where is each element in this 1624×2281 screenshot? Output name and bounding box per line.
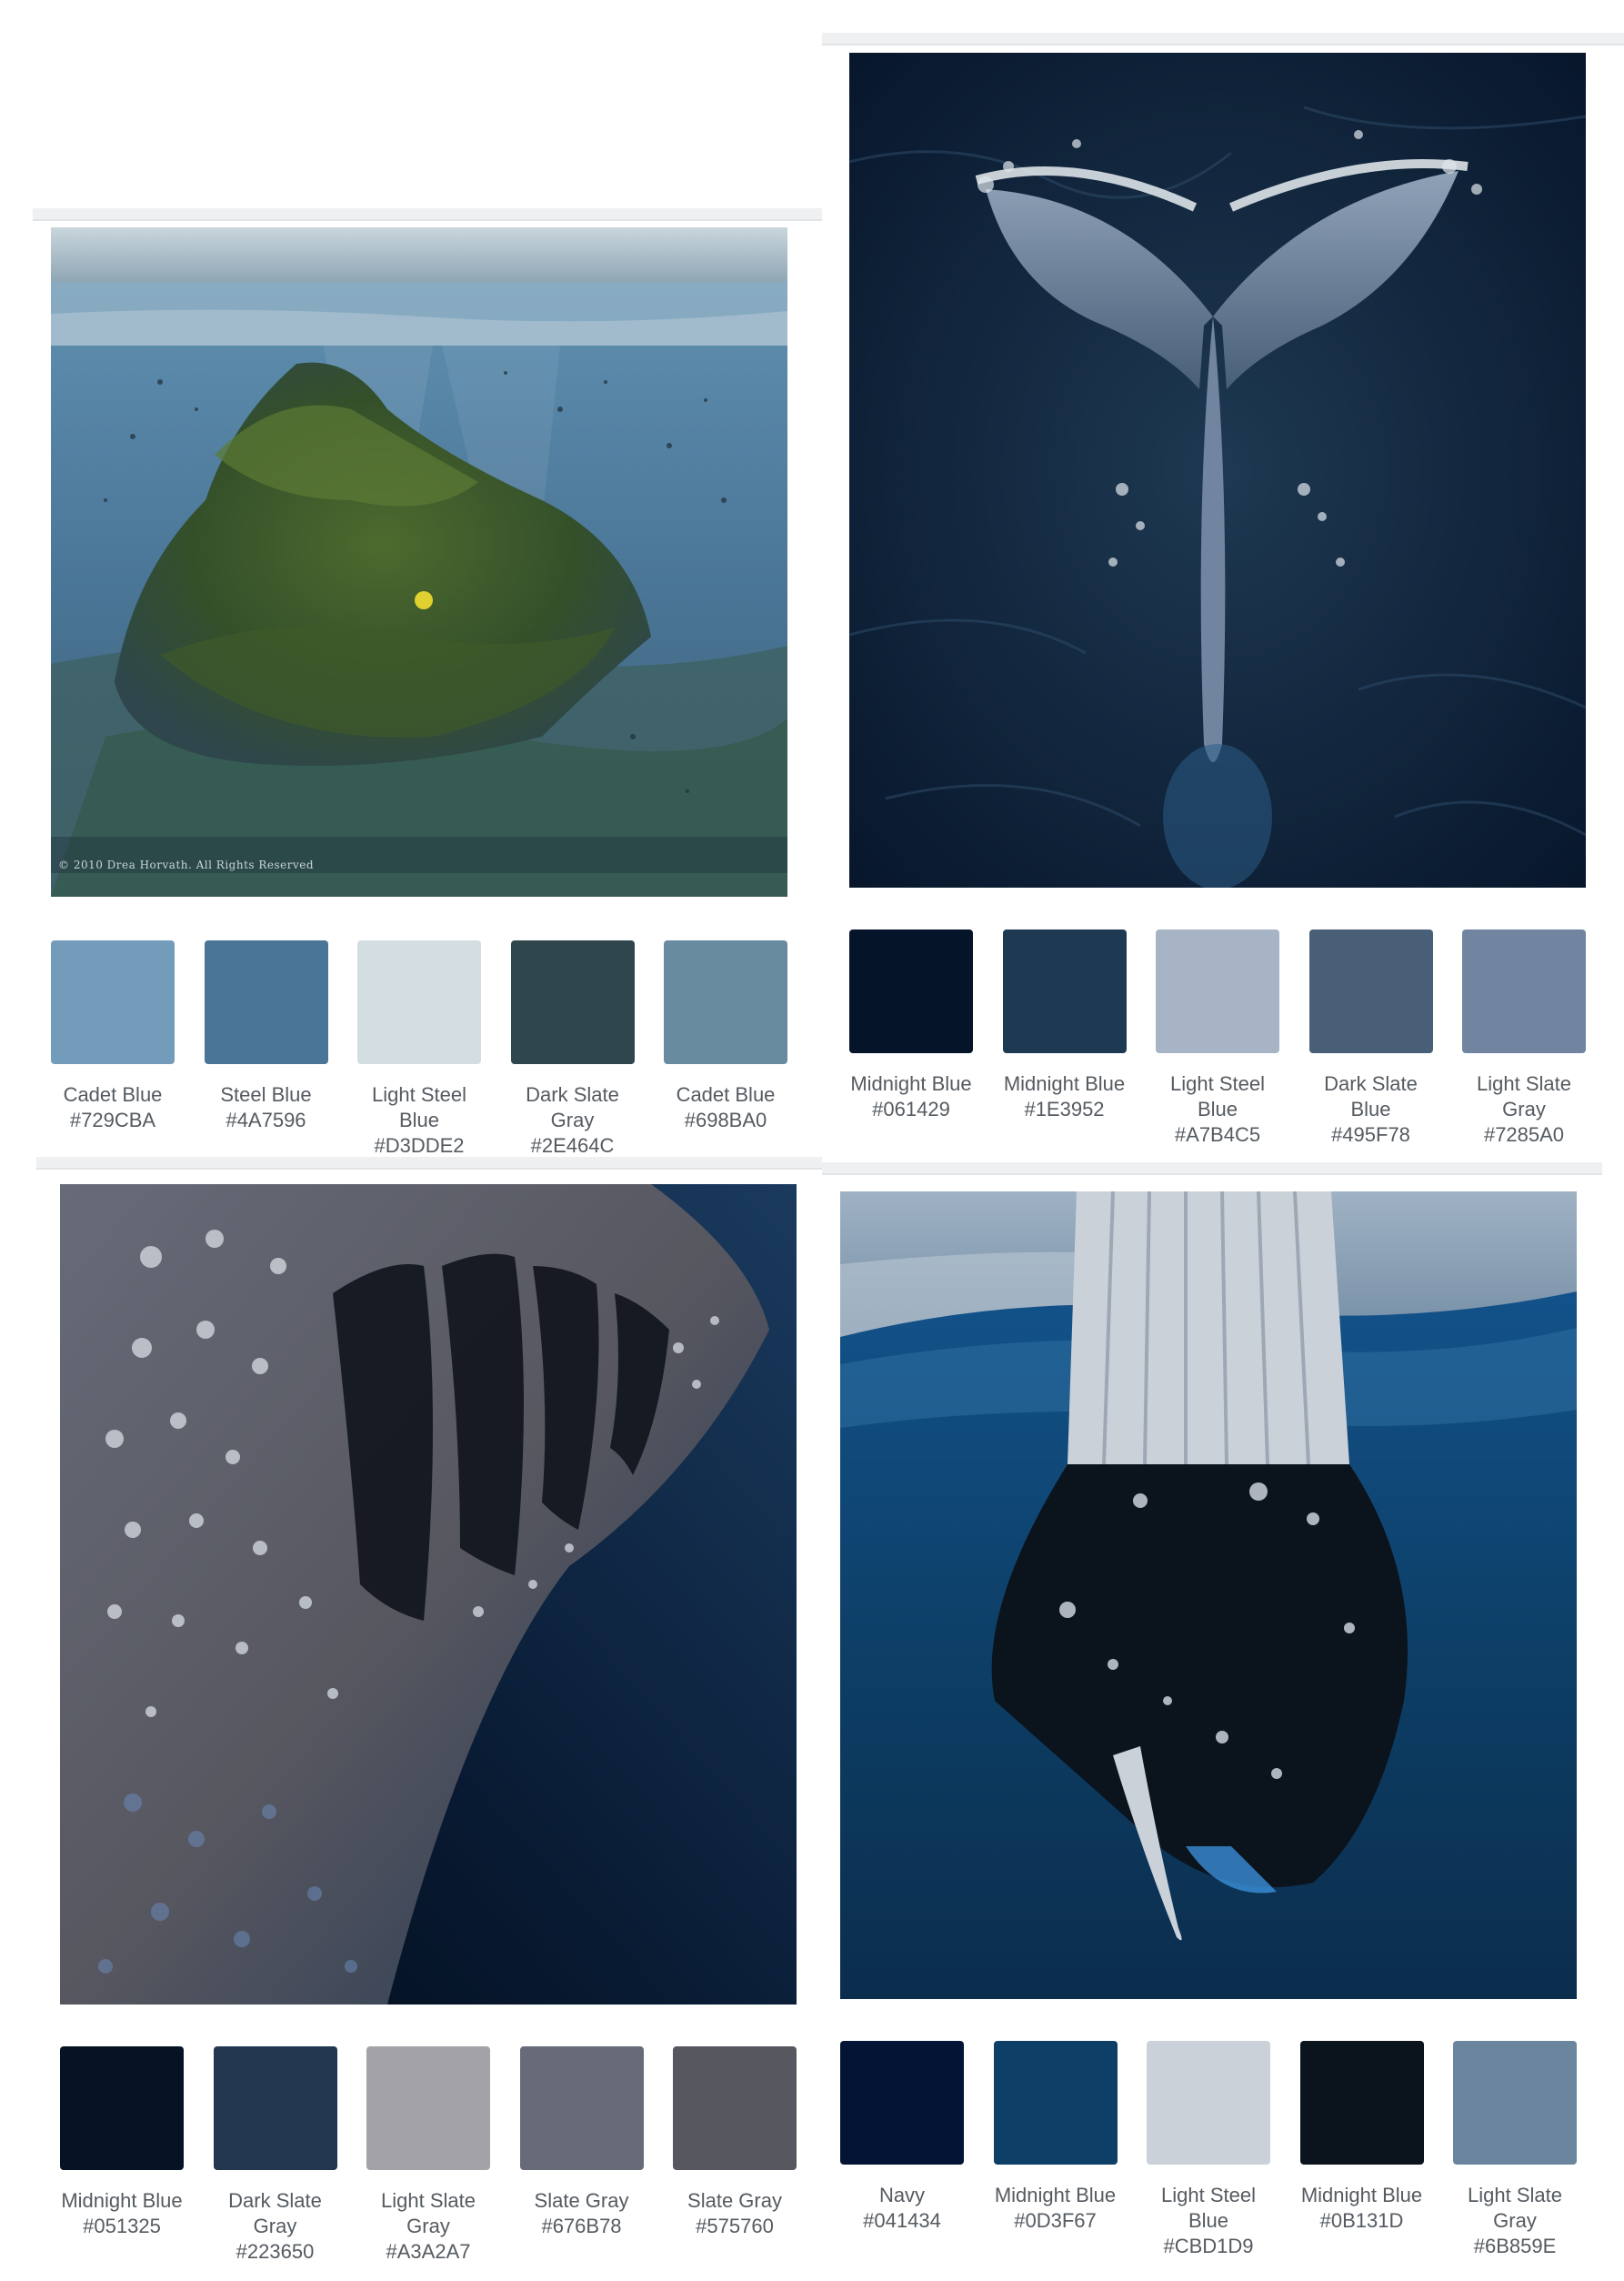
color-swatch[interactable]: Slate Gray #676B78: [519, 2046, 644, 2265]
color-swatch[interactable]: Dark Slate Blue #495F78: [1308, 929, 1433, 1148]
card-divider: [822, 33, 1624, 45]
swatch-chip[interactable]: [366, 2046, 490, 2170]
swatch-name: Midnight Blue: [61, 2189, 183, 2212]
whale-shark-photo[interactable]: [60, 1184, 797, 2005]
swatch-chip[interactable]: [510, 940, 635, 1064]
color-swatch[interactable]: Light Slate Gray #7285A0: [1462, 929, 1586, 1148]
color-swatch[interactable]: Cadet Blue #729CBA: [51, 940, 175, 1159]
swatch-chip[interactable]: [664, 940, 787, 1064]
palette-swatches: Navy #041434 Midnight Blue #0D3F67 Light…: [840, 2041, 1577, 2259]
swatch-name: Steel Blue: [220, 1083, 312, 1106]
swatch-hex: #041434: [863, 2209, 941, 2232]
swatch-chip[interactable]: [1308, 929, 1433, 1053]
swatch-chip[interactable]: [213, 2046, 337, 2170]
swatch-hex: #061429: [872, 1098, 950, 1120]
swatch-chip[interactable]: [1299, 2041, 1424, 2165]
swatch-hex: #698BA0: [684, 1109, 767, 1131]
swatch-name: Midnight Blue: [850, 1072, 972, 1095]
swatch-chip[interactable]: [840, 2041, 964, 2165]
swatch-name: Dark Slate Gray: [228, 2189, 322, 2237]
swatch-name: Cadet Blue: [63, 1083, 163, 1106]
swatch-hex: #495F78: [1331, 1123, 1410, 1146]
swatch-name: Cadet Blue: [676, 1083, 776, 1106]
color-swatch[interactable]: Midnight Blue #061429: [849, 929, 973, 1148]
color-swatch[interactable]: Light Steel Blue #CBD1D9: [1147, 2041, 1270, 2259]
color-swatch[interactable]: Dark Slate Gray #2E464C: [510, 940, 635, 1159]
color-swatch[interactable]: Light Slate Gray #A3A2A7: [366, 2046, 490, 2265]
color-swatch[interactable]: Light Steel Blue #D3DDE2: [357, 940, 481, 1159]
swatch-name: Midnight Blue: [1003, 1072, 1126, 1095]
swatch-name: Dark Slate Gray: [526, 1083, 619, 1131]
color-swatch[interactable]: Light Steel Blue #A7B4C5: [1156, 929, 1279, 1148]
swatch-hex: #223650: [236, 2240, 315, 2263]
swatch-chip[interactable]: [51, 940, 175, 1064]
swatch-hex: #A7B4C5: [1174, 1123, 1261, 1146]
swatch-hex: #1E3952: [1024, 1098, 1105, 1120]
humpback-photo[interactable]: [840, 1191, 1577, 1999]
swatch-name: Light Slate Gray: [381, 2189, 476, 2237]
color-swatch[interactable]: Midnight Blue #0B131D: [1299, 2041, 1424, 2259]
swatch-hex: #7285A0: [1483, 1123, 1565, 1146]
color-swatch[interactable]: Navy #041434: [840, 2041, 964, 2259]
swatch-hex: #6B859E: [1473, 2235, 1557, 2257]
swatch-hex: #729CBA: [69, 1109, 156, 1131]
card-divider: [33, 208, 822, 221]
swatch-hex: #0B131D: [1319, 2209, 1404, 2232]
color-swatch[interactable]: Slate Gray #575760: [673, 2046, 797, 2265]
palette-swatches: Cadet Blue #729CBA Steel Blue #4A7596 Li…: [51, 940, 787, 1159]
swatch-hex: #D3DDE2: [374, 1134, 465, 1157]
color-swatch[interactable]: Dark Slate Gray #223650: [213, 2046, 337, 2265]
swatch-chip[interactable]: [357, 940, 481, 1064]
swatch-hex: #0D3F67: [1014, 2209, 1097, 2232]
swatch-name: Dark Slate Blue: [1324, 1072, 1418, 1120]
swatch-chip[interactable]: [204, 940, 328, 1064]
swatch-hex: #575760: [696, 2215, 774, 2237]
swatch-chip[interactable]: [849, 929, 973, 1053]
swatch-name: Light Steel Blue: [1161, 2184, 1256, 2232]
color-swatch[interactable]: Midnight Blue #1E3952: [1002, 929, 1127, 1148]
swatch-chip[interactable]: [1156, 929, 1279, 1053]
swatch-chip[interactable]: [1147, 2041, 1270, 2165]
color-swatch[interactable]: Light Slate Gray #6B859E: [1453, 2041, 1577, 2259]
card-divider: [36, 1157, 822, 1170]
card-divider: [822, 1162, 1602, 1175]
photo-copyright: © 2010 Drea Horvath. All Rights Reserved: [58, 859, 315, 871]
swatch-name: Midnight Blue: [994, 2184, 1117, 2206]
swatch-name: Slate Gray: [534, 2189, 629, 2212]
swatch-chip[interactable]: [1002, 929, 1127, 1053]
swatch-hex: #2E464C: [530, 1134, 615, 1157]
swatch-name: Light Slate Gray: [1468, 2184, 1562, 2232]
swatch-hex: #051325: [83, 2215, 161, 2237]
swatch-name: Slate Gray: [687, 2189, 782, 2212]
swatch-name: Midnight Blue: [1300, 2184, 1423, 2206]
color-swatch[interactable]: Cadet Blue #698BA0: [664, 940, 787, 1159]
swatch-chip[interactable]: [60, 2046, 184, 2170]
color-swatch[interactable]: Midnight Blue #051325: [60, 2046, 184, 2265]
swatch-chip[interactable]: [1453, 2041, 1577, 2165]
whale-tail-photo[interactable]: [849, 53, 1586, 888]
swatch-hex: #A3A2A7: [386, 2240, 471, 2263]
swatch-name: Light Steel Blue: [372, 1083, 466, 1131]
swatch-chip[interactable]: [993, 2041, 1118, 2165]
swatch-chip[interactable]: [1462, 929, 1586, 1053]
swatch-chip[interactable]: [519, 2046, 644, 2170]
coral-rock-photo[interactable]: © 2010 Drea Horvath. All Rights Reserved: [51, 227, 787, 897]
color-swatch[interactable]: Steel Blue #4A7596: [204, 940, 328, 1159]
swatch-hex: #CBD1D9: [1163, 2235, 1254, 2257]
swatch-name: Light Steel Blue: [1170, 1072, 1265, 1120]
swatch-chip[interactable]: [673, 2046, 797, 2170]
swatch-name: Light Slate Gray: [1477, 1072, 1571, 1120]
swatch-name: Navy: [878, 2184, 926, 2206]
swatch-hex: #4A7596: [226, 1109, 306, 1131]
palette-swatches: Midnight Blue #051325 Dark Slate Gray #2…: [60, 2046, 797, 2265]
color-swatch[interactable]: Midnight Blue #0D3F67: [993, 2041, 1118, 2259]
palette-swatches: Midnight Blue #061429 Midnight Blue #1E3…: [849, 929, 1586, 1148]
swatch-hex: #676B78: [541, 2215, 622, 2237]
